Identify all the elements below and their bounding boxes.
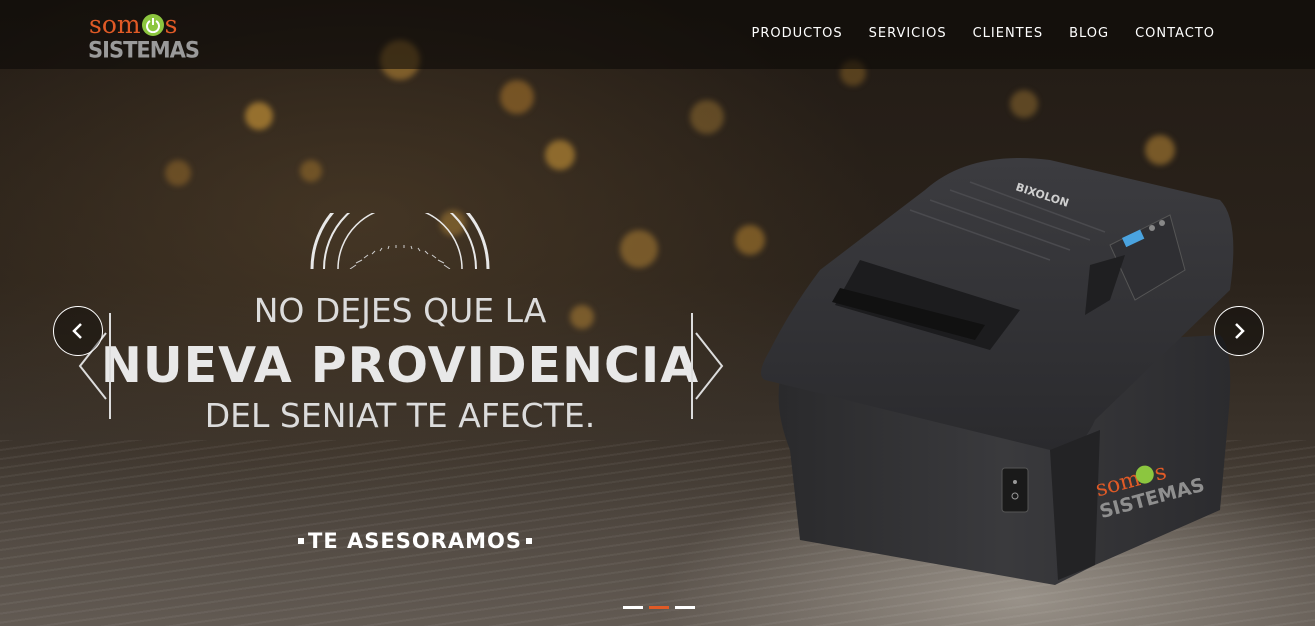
cta-label: TE ASESORAMOS xyxy=(308,529,522,553)
top-navbar: som s SISTEMAS PRODUCTOS SERVICIOS CLIENT… xyxy=(0,0,1315,69)
square-bullet-icon xyxy=(525,538,532,544)
headline-line-2: NUEVA PROVIDENCIA xyxy=(100,337,700,394)
carousel-indicators xyxy=(623,606,695,609)
main-nav: PRODUCTOS SERVICIOS CLIENTES BLOG CONTAC… xyxy=(752,26,1215,41)
bokeh-light xyxy=(300,160,322,182)
logo-bottom-text: SISTEMAS xyxy=(88,37,200,63)
bokeh-light xyxy=(500,80,534,114)
gauge-arc-decoration xyxy=(310,213,490,269)
bokeh-light xyxy=(690,100,724,134)
headline-line-1: NO DEJES QUE LA xyxy=(253,291,547,330)
carousel-dot-1[interactable] xyxy=(623,606,643,609)
logo-top-text: som s xyxy=(89,10,177,39)
slide-caption: NO DEJES QUE LA NUEVA PROVIDENCIA DEL SE… xyxy=(70,210,730,450)
bokeh-light xyxy=(545,140,575,170)
cta-te-asesoramos[interactable]: TE ASESORAMOS xyxy=(294,529,536,553)
bokeh-light xyxy=(1010,90,1038,118)
chevron-right-icon xyxy=(1235,323,1245,339)
bracket-right-decoration xyxy=(691,313,724,419)
nav-blog[interactable]: BLOG xyxy=(1069,26,1109,41)
chevron-left-icon xyxy=(72,323,82,339)
nav-clientes[interactable]: CLIENTES xyxy=(973,26,1044,41)
hero-slider: BIXOLON som s SISTEMAS NO DEJES QUE LA N… xyxy=(0,0,1315,626)
nav-contacto[interactable]: CONTACTO xyxy=(1135,26,1215,41)
square-bullet-icon xyxy=(298,538,304,544)
logo-s: s xyxy=(164,10,178,39)
site-logo[interactable]: som s SISTEMAS xyxy=(88,10,200,64)
carousel-dot-2[interactable] xyxy=(649,606,669,609)
carousel-next-button[interactable] xyxy=(1214,306,1264,356)
carousel-dot-3[interactable] xyxy=(675,606,695,609)
carousel-prev-button[interactable] xyxy=(53,306,103,356)
logo-som: som xyxy=(89,10,141,39)
receipt-printer-image: BIXOLON som s SISTEMAS xyxy=(761,158,1234,585)
bokeh-light xyxy=(165,160,191,186)
headline-line-3: DEL SENIAT TE AFECTE. xyxy=(204,396,596,435)
nav-servicios[interactable]: SERVICIOS xyxy=(869,26,947,41)
bokeh-light xyxy=(245,102,273,130)
nav-productos[interactable]: PRODUCTOS xyxy=(752,26,843,41)
power-icon xyxy=(141,14,164,36)
